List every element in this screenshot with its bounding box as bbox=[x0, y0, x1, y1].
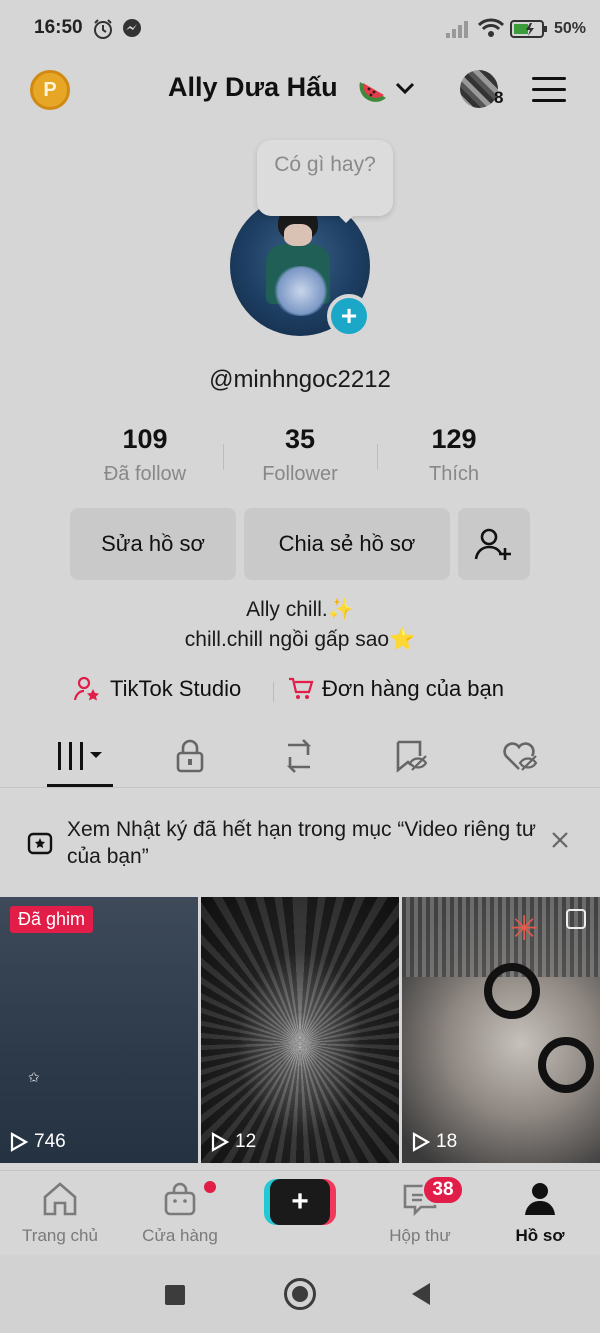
bottom-nav: Trang chủ Cửa hàng + Hộp thư 38 Hồ sơ bbox=[0, 1170, 600, 1254]
studio-person-star-icon bbox=[74, 676, 99, 701]
tiktok-studio-label: TikTok Studio bbox=[110, 676, 242, 701]
tab-videos[interactable] bbox=[50, 736, 110, 776]
nav-home-label: Trang chủ bbox=[22, 1226, 98, 1245]
play-icon bbox=[412, 1132, 430, 1152]
add-story-plus-icon[interactable]: + bbox=[327, 294, 371, 338]
home-icon bbox=[43, 1182, 77, 1216]
bio-line-1: Ally chill.✨ bbox=[246, 598, 354, 621]
view-count-value: 746 bbox=[34, 1131, 66, 1152]
view-count: 12 bbox=[211, 1131, 256, 1153]
wifi-icon bbox=[478, 18, 504, 37]
active-tab-indicator bbox=[47, 784, 113, 787]
diary-icon bbox=[27, 832, 53, 855]
play-icon bbox=[211, 1132, 229, 1152]
status-time: 16:50 bbox=[34, 17, 83, 38]
share-profile-button[interactable]: Chia sẻ hồ sơ bbox=[244, 508, 450, 580]
menu-icon[interactable] bbox=[532, 77, 566, 103]
tab-reposts[interactable] bbox=[269, 736, 329, 776]
expired-diary-banner[interactable]: Xem Nhật ký đã hết hạn trong mục “Video … bbox=[0, 790, 600, 896]
note-bubble[interactable]: Có gì hay? bbox=[257, 140, 393, 216]
system-nav-bar bbox=[0, 1255, 600, 1333]
nav-shop-label: Cửa hàng bbox=[142, 1226, 218, 1245]
profile-icon bbox=[525, 1183, 555, 1215]
banner-text: Xem Nhật ký đã hết hạn trong mục “Video … bbox=[67, 818, 536, 868]
stat-followers-label: Follower bbox=[262, 463, 338, 485]
links-divider bbox=[273, 682, 274, 702]
stat-likes-label: Thích bbox=[428, 463, 480, 485]
hat-logo: ✳ bbox=[510, 910, 539, 948]
stat-following-label: Đã follow bbox=[103, 463, 187, 485]
stat-likes[interactable]: 129 Thích bbox=[377, 424, 531, 486]
stat-likes-value: 129 bbox=[431, 424, 477, 454]
view-count: 18 bbox=[412, 1131, 457, 1153]
repost-icon bbox=[286, 739, 312, 773]
multi-photo-icon bbox=[566, 909, 586, 929]
inbox-badge: 38 bbox=[422, 1175, 464, 1205]
videos-grid-icon bbox=[58, 742, 102, 770]
profile-stats: 109 Đã follow 35 Follower 129 Thích bbox=[68, 424, 532, 494]
status-bar: 16:50 50% bbox=[0, 0, 600, 58]
tiktok-studio-link[interactable]: TikTok Studio bbox=[74, 676, 241, 702]
video-thumbnail[interactable]: 12 bbox=[201, 897, 399, 1163]
content-tabs bbox=[0, 724, 600, 788]
signal-icon bbox=[446, 21, 468, 38]
star-decoration-icon: ✩ bbox=[28, 1069, 40, 1085]
coin-button[interactable]: P bbox=[30, 70, 70, 110]
nav-profile-label: Hồ sơ bbox=[515, 1226, 565, 1245]
plus-icon: + bbox=[270, 1179, 330, 1225]
edit-profile-button[interactable]: Sửa hồ sơ bbox=[70, 508, 236, 580]
battery-icon bbox=[510, 20, 547, 38]
back-triangle-icon[interactable] bbox=[412, 1283, 430, 1305]
recents-square-icon[interactable] bbox=[165, 1285, 185, 1305]
view-count-value: 12 bbox=[235, 1131, 257, 1152]
thumbnail-glasses bbox=[538, 1037, 594, 1093]
stat-followers-value: 35 bbox=[284, 424, 316, 454]
coin-letter: P bbox=[43, 78, 57, 101]
nav-inbox-label: Hộp thư bbox=[389, 1226, 451, 1245]
stat-following[interactable]: 109 Đã follow bbox=[68, 424, 222, 486]
nav-shop[interactable]: Cửa hàng bbox=[120, 1181, 240, 1246]
favorites-icon bbox=[396, 740, 427, 773]
pinned-badge: Đã ghim bbox=[10, 906, 94, 933]
create-button[interactable]: + bbox=[264, 1179, 336, 1225]
stat-following-value: 109 bbox=[122, 424, 168, 454]
tab-favorites[interactable] bbox=[380, 736, 440, 776]
stat-followers[interactable]: 35 Follower bbox=[223, 424, 377, 486]
lock-icon bbox=[176, 739, 204, 773]
video-grid: Đã ghim ✩ 746 12 ✳ 18 bbox=[0, 897, 600, 1165]
nav-home[interactable]: Trang chủ bbox=[0, 1181, 120, 1246]
account-count: 8 bbox=[494, 88, 504, 107]
username-title[interactable]: Ally Dưa Hấu bbox=[168, 72, 338, 103]
view-count: 746 bbox=[10, 1131, 66, 1153]
close-icon[interactable] bbox=[550, 830, 570, 850]
battery-percent: 50% bbox=[554, 20, 587, 37]
account-switcher-avatar[interactable] bbox=[460, 70, 498, 108]
play-icon bbox=[10, 1132, 28, 1152]
orders-label: Đơn hàng của bạn bbox=[322, 676, 505, 701]
video-thumbnail[interactable]: Đã ghim ✩ 746 bbox=[0, 897, 198, 1163]
thumbnail-glasses bbox=[484, 963, 540, 1019]
shop-bag-icon bbox=[164, 1182, 196, 1216]
view-count-value: 18 bbox=[436, 1131, 458, 1152]
watermelon-icon bbox=[359, 82, 386, 102]
bio-line-2: chill.chill ngồi gấp sao⭐ bbox=[184, 628, 416, 651]
video-thumbnail[interactable]: ✳ 18 bbox=[402, 897, 600, 1163]
shop-notification-dot bbox=[204, 1181, 216, 1193]
tab-liked[interactable] bbox=[490, 736, 550, 776]
orders-link[interactable]: Đơn hàng của bạn bbox=[288, 676, 504, 702]
liked-icon bbox=[503, 742, 538, 771]
add-user-icon bbox=[474, 528, 511, 560]
tab-private[interactable] bbox=[160, 736, 220, 776]
nav-profile[interactable]: Hồ sơ bbox=[480, 1181, 600, 1246]
cart-icon bbox=[289, 677, 314, 699]
chevron-down-icon[interactable] bbox=[394, 80, 416, 96]
home-circle-icon[interactable] bbox=[284, 1278, 316, 1310]
add-friend-button[interactable] bbox=[458, 508, 530, 580]
alarm-icon bbox=[94, 19, 112, 39]
profile-handle: @minhngoc2212 bbox=[209, 366, 391, 393]
messenger-icon bbox=[123, 19, 141, 37]
note-bubble-tail bbox=[336, 213, 356, 223]
